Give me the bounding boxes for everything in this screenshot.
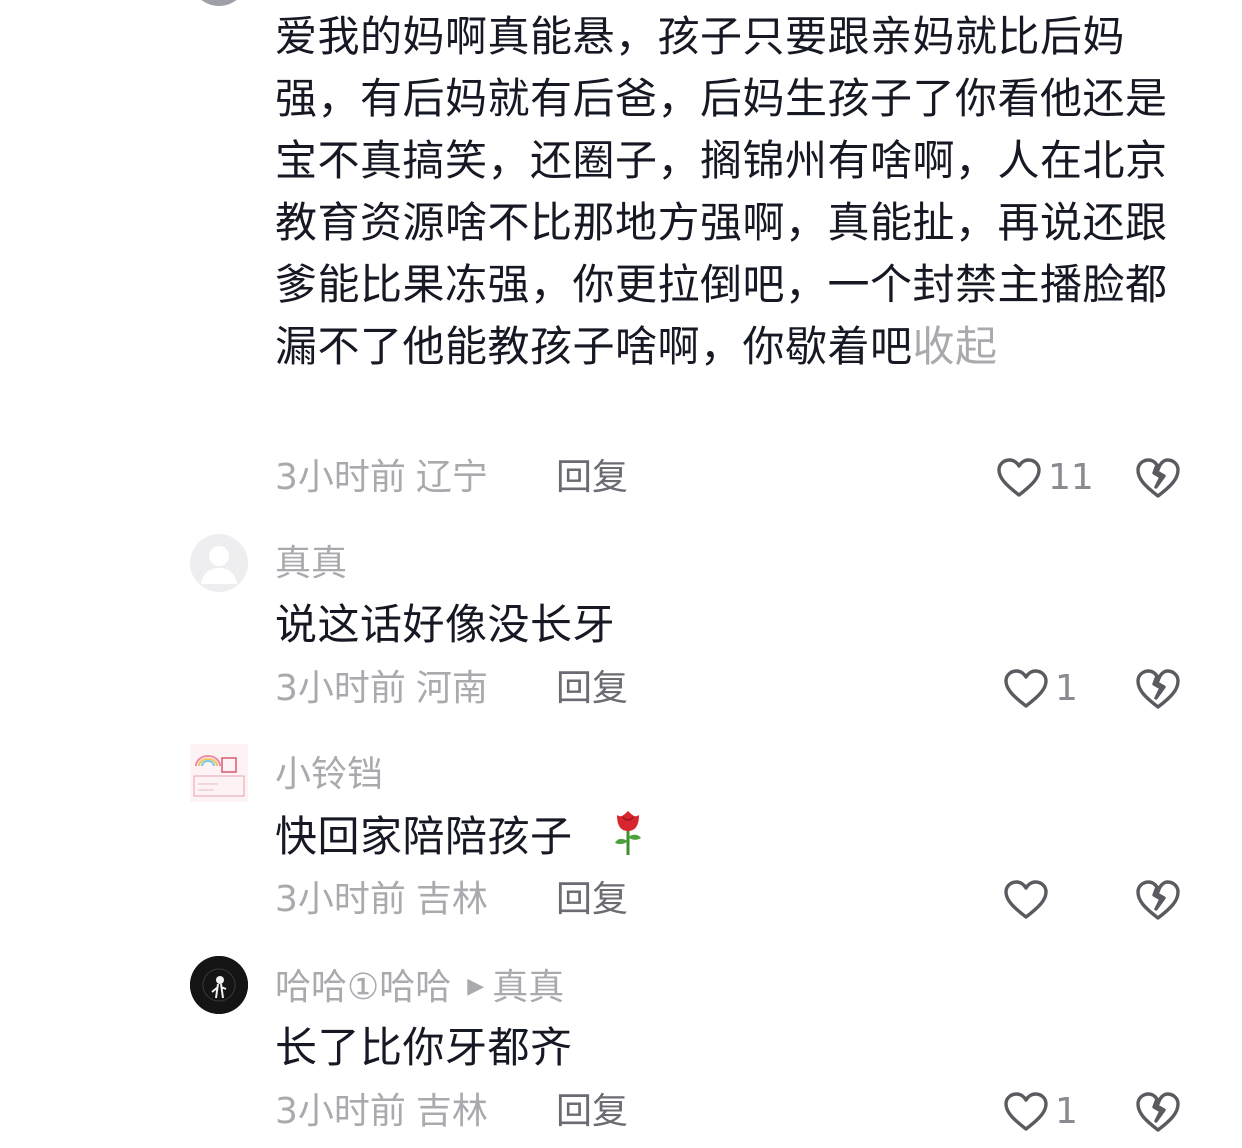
heart-outline-icon [1003,668,1049,710]
comment-location: 辽宁 [415,457,488,498]
comment-meta: 3小时前 吉林 [275,1090,488,1134]
dark-avatar-icon [190,956,248,1014]
dislike-button[interactable] [1135,667,1181,711]
author-name[interactable]: 哈哈①哈哈 [275,967,451,1008]
like-button[interactable]: 1 [1003,1090,1078,1134]
reply-button[interactable]: 回复 [556,667,628,711]
reply-button[interactable]: 回复 [556,1090,628,1134]
reply-to-name[interactable]: 真真 [492,967,564,1008]
heart-outline-icon [996,457,1042,499]
comment-meta: 3小时前 河南 [275,667,488,711]
like-button[interactable]: 11 [996,456,1094,500]
dislike-button[interactable] [1135,878,1181,922]
comment-location: 河南 [415,668,488,709]
comment-location: 吉林 [415,879,488,920]
comment-text: 爱我的妈啊真能悬，孩子只要跟亲妈就比后妈强，有后妈就有后爸，后妈生孩子了你看他还… [275,6,1170,378]
dislike-button[interactable] [1135,1090,1181,1134]
broken-heart-icon [1135,880,1181,926]
default-avatar-icon [201,546,237,584]
comment-body: 长了比你牙都齐 [275,1023,573,1072]
author-name[interactable]: 真真 [275,542,347,586]
comment-meta: 3小时前 辽宁 [275,456,488,500]
author-line: 哈哈①哈哈 ▶ 真真 [275,965,564,1010]
rainbow-avatar-icon [190,744,248,802]
comment-text: 快回家陪陪孩子 [275,806,1170,874]
broken-heart-icon [1135,669,1181,715]
like-count: 1 [1055,1091,1078,1132]
comment-body: 爱我的妈啊真能悬，孩子只要跟亲妈就比后妈强，有后妈就有后爸，后妈生孩子了你看他还… [275,12,1168,371]
avatar[interactable] [190,534,248,592]
comment-time: 3小时前 [275,668,406,709]
like-button[interactable] [1003,878,1055,922]
like-button[interactable]: 1 [1003,667,1078,711]
comment-list: 爱我的妈啊真能悬，孩子只要跟亲妈就比后妈强，有后妈就有后爸，后妈生孩子了你看他还… [0,0,1242,1148]
broken-heart-icon [1135,1092,1181,1138]
heart-outline-icon [1003,879,1049,921]
collapse-link[interactable]: 收起 [913,322,998,371]
comment-time: 3小时前 [275,879,406,920]
comment-body: 说这话好像没长牙 [275,600,616,649]
comment-time: 3小时前 [275,457,406,498]
triangle-right-icon: ▶ [467,974,485,999]
rose-emoji-icon [611,809,645,874]
comment-time: 3小时前 [275,1091,406,1132]
comment-body: 快回家陪陪孩子 [275,812,573,861]
avatar[interactable] [190,0,248,6]
reply-button[interactable]: 回复 [556,878,628,922]
like-count: 11 [1048,457,1094,498]
reply-button[interactable]: 回复 [556,456,628,500]
author-name[interactable]: 小铃铛 [275,753,383,797]
avatar[interactable] [190,956,248,1014]
comment-location: 吉林 [415,1091,488,1132]
comment-meta: 3小时前 吉林 [275,878,488,922]
avatar[interactable] [190,744,248,802]
dislike-button[interactable] [1135,456,1181,500]
like-count: 1 [1055,668,1078,709]
broken-heart-icon [1135,458,1181,504]
heart-outline-icon [1003,1091,1049,1133]
